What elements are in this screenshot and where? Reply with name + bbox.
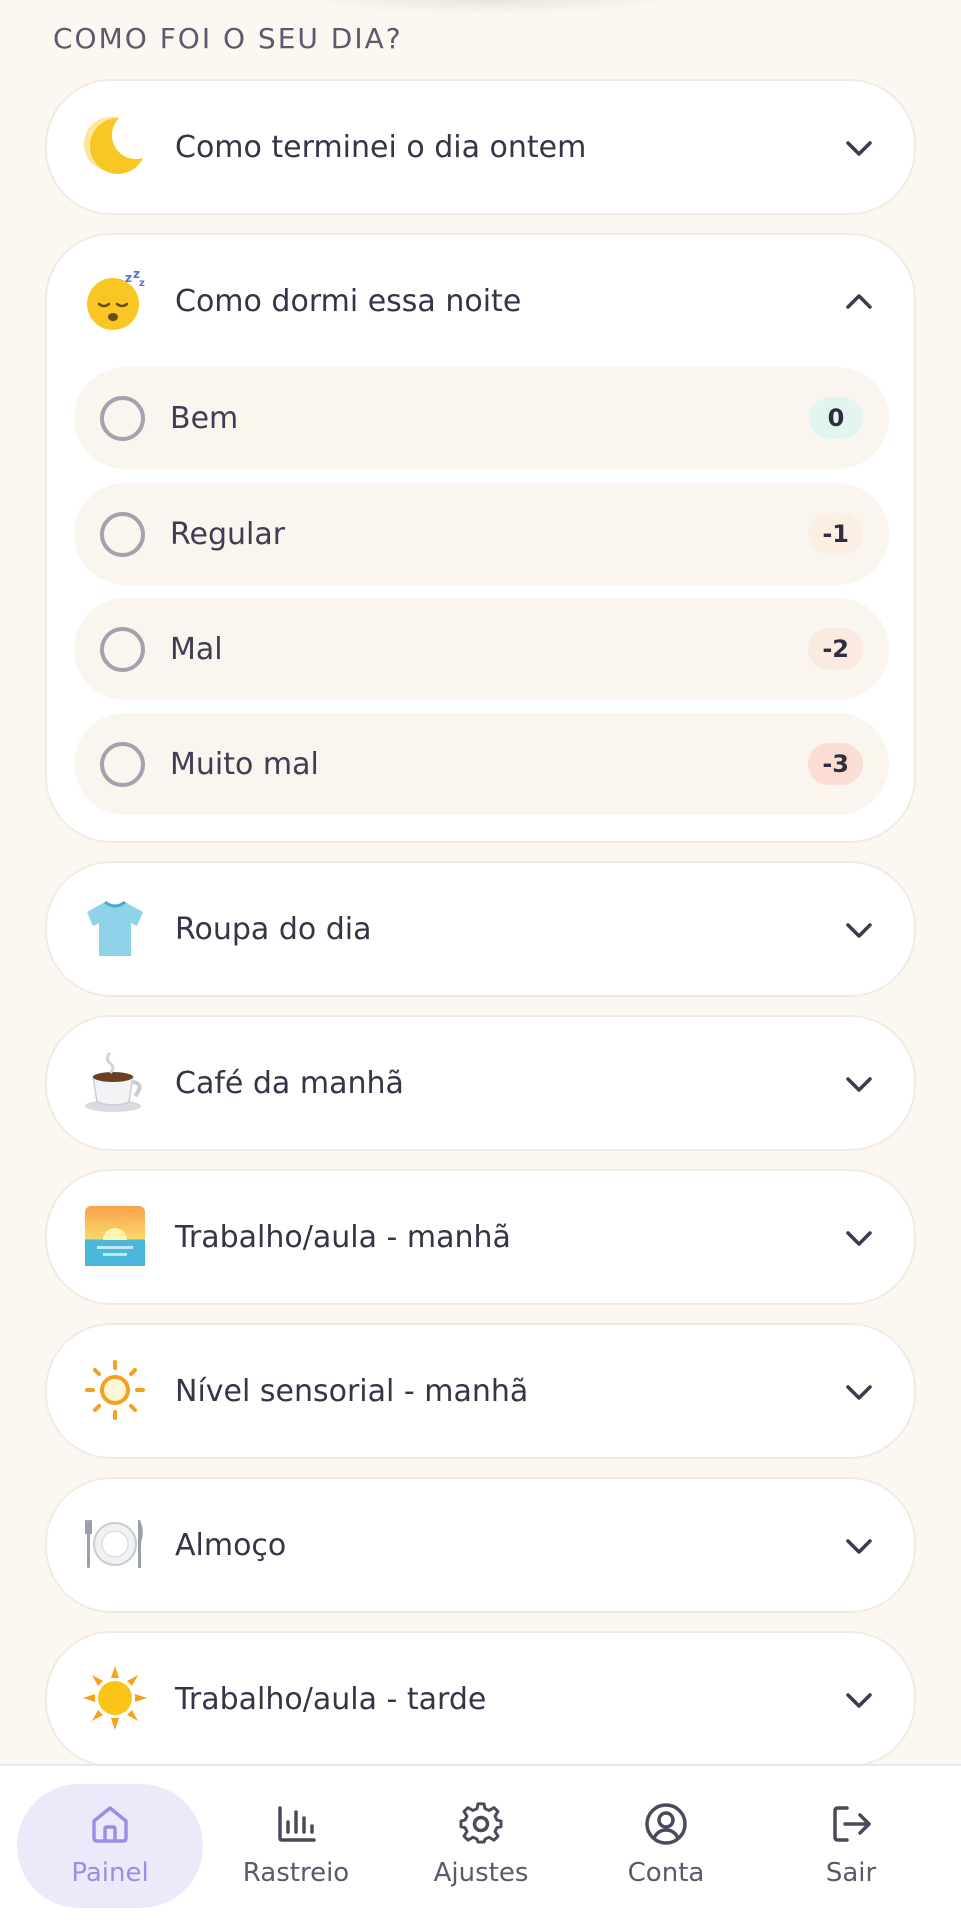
svg-text:z: z xyxy=(139,278,145,289)
radio-button[interactable] xyxy=(100,396,145,441)
plate-cutlery-icon xyxy=(83,1512,147,1576)
nav-item-sair[interactable]: Sair xyxy=(758,1784,944,1908)
gear-icon xyxy=(459,1802,503,1844)
chevron-down-icon[interactable] xyxy=(842,913,876,947)
card-title: Trabalho/aula - tarde xyxy=(175,1681,487,1717)
card-title: Como dormi essa noite xyxy=(175,283,522,319)
card-header[interactable]: Como terminei o dia ontem xyxy=(47,81,914,213)
nav-item-painel[interactable]: Painel xyxy=(17,1784,203,1908)
nav-item-rastreio[interactable]: Rastreio xyxy=(203,1784,389,1908)
chevron-down-icon[interactable] xyxy=(842,131,876,165)
user-circle-icon xyxy=(645,1803,687,1845)
t-shirt-icon xyxy=(83,896,147,960)
option-label: Regular xyxy=(170,516,286,552)
chevron-down-icon[interactable] xyxy=(842,1221,876,1255)
svg-text:z: z xyxy=(125,271,132,285)
radio-button[interactable] xyxy=(100,512,145,557)
card-title: Nível sensorial - manhã xyxy=(175,1373,529,1409)
hot-coffee-icon xyxy=(83,1050,147,1114)
home-icon xyxy=(92,1806,128,1843)
card-trabalho-aula-tarde: Trabalho/aula - tarde xyxy=(45,1631,916,1767)
chevron-down-icon[interactable] xyxy=(842,1529,876,1563)
section-title: COMO FOI O SEU DIA? xyxy=(53,22,403,55)
chevron-up-icon[interactable] xyxy=(842,285,876,319)
sun-outline-icon xyxy=(83,1358,147,1422)
option-muito-mal[interactable]: Muito mal -3 xyxy=(74,713,889,815)
score-badge: -2 xyxy=(808,628,863,670)
nav-item-conta[interactable]: Conta xyxy=(573,1784,759,1908)
nav-label: Ajustes xyxy=(433,1858,529,1888)
card-como-dormi-essa-noite: z z z Como dormi essa noite Bem 0 Regula… xyxy=(45,233,916,843)
card-title: Trabalho/aula - manhã xyxy=(175,1219,511,1255)
card-roupa-do-dia: Roupa do dia xyxy=(45,861,916,997)
card-header[interactable]: Trabalho/aula - tarde xyxy=(47,1633,914,1765)
card-header[interactable]: Roupa do dia xyxy=(47,863,914,995)
crescent-moon-icon xyxy=(83,114,147,178)
top-shadow xyxy=(300,0,680,14)
radio-button[interactable] xyxy=(100,627,145,672)
chevron-down-icon[interactable] xyxy=(842,1683,876,1717)
card-cafe-da-manha: Café da manhã xyxy=(45,1015,916,1151)
option-label: Mal xyxy=(170,631,223,667)
card-title: Roupa do dia xyxy=(175,911,372,947)
card-almoco: Almoço xyxy=(45,1477,916,1613)
card-header[interactable]: z z z Como dormi essa noite xyxy=(47,235,914,367)
bottom-navigation: Painel Rastreio Ajustes Conta Sair xyxy=(0,1764,961,1920)
chevron-down-icon[interactable] xyxy=(842,1067,876,1101)
card-title: Como terminei o dia ontem xyxy=(175,129,587,165)
card-header[interactable]: Nível sensorial - manhã xyxy=(47,1325,914,1457)
card-title: Almoço xyxy=(175,1527,287,1563)
score-badge: -3 xyxy=(808,743,863,785)
sunrise-icon xyxy=(83,1204,147,1268)
sun-icon xyxy=(83,1666,147,1730)
card-header[interactable]: Almoço xyxy=(47,1479,914,1611)
nav-label: Rastreio xyxy=(242,1858,350,1888)
option-bem[interactable]: Bem 0 xyxy=(74,367,889,469)
score-badge: -1 xyxy=(808,513,863,555)
card-header[interactable]: Trabalho/aula - manhã xyxy=(47,1171,914,1303)
radio-button[interactable] xyxy=(100,742,145,787)
nav-label: Sair xyxy=(825,1858,877,1888)
sleeping-face-icon: z z z xyxy=(83,268,147,332)
nav-label: Conta xyxy=(627,1858,705,1888)
card-nivel-sensorial-manha: Nível sensorial - manhã xyxy=(45,1323,916,1459)
card-header[interactable]: Café da manhã xyxy=(47,1017,914,1149)
option-label: Bem xyxy=(170,400,239,436)
option-regular[interactable]: Regular -1 xyxy=(74,483,889,585)
logout-icon xyxy=(833,1806,871,1842)
score-badge: 0 xyxy=(809,397,863,439)
card-como-terminei-o-dia: Como terminei o dia ontem xyxy=(45,79,916,215)
nav-label: Painel xyxy=(71,1858,149,1888)
option-label: Muito mal xyxy=(170,746,319,782)
card-trabalho-aula-manha: Trabalho/aula - manhã xyxy=(45,1169,916,1305)
option-mal[interactable]: Mal -2 xyxy=(74,598,889,700)
card-title: Café da manhã xyxy=(175,1065,404,1101)
nav-item-ajustes[interactable]: Ajustes xyxy=(388,1784,574,1908)
bar-chart-icon xyxy=(278,1806,316,1842)
chevron-down-icon[interactable] xyxy=(842,1375,876,1409)
